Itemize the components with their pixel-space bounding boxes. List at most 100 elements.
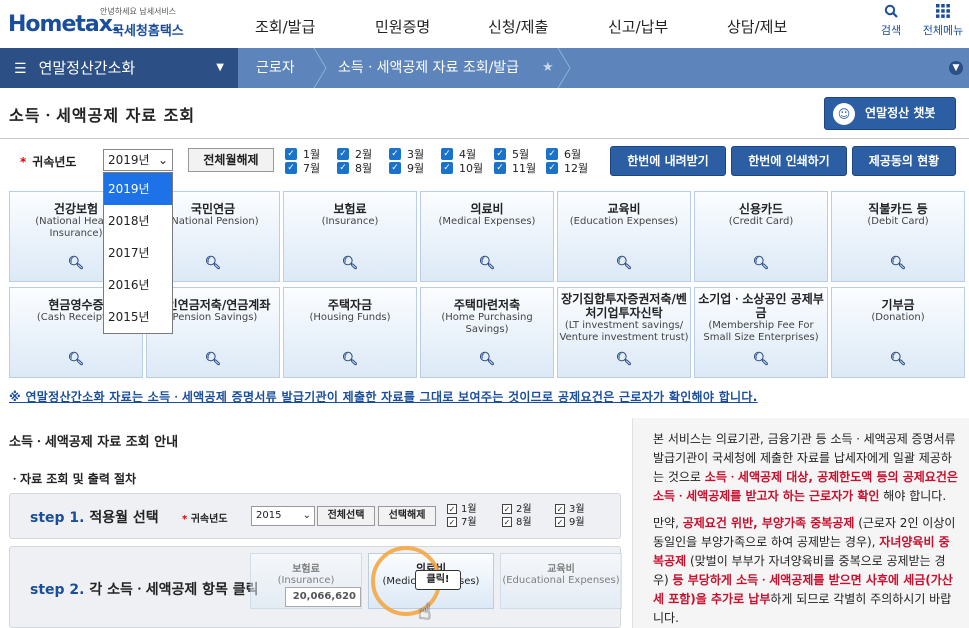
hometax-logo[interactable]: 안녕하세요 납세서비스 Hometax. 국세청홈택스 [8, 6, 198, 42]
tile-subtitle: (LT investment savings/ Venture investme… [559, 320, 689, 343]
tile-home-savings[interactable]: 주택마련저축 (Home Purchasing Savings) 🔍︎ [420, 287, 554, 378]
collapse-icon[interactable]: ▼ [949, 61, 963, 75]
step2-tile-education: 교육비 (Educational Expenses) [500, 553, 622, 609]
year-option-2016[interactable]: 2016년 [104, 269, 172, 301]
tile-education[interactable]: 교육비 (Education Expenses) 🔍︎ [557, 191, 691, 282]
magnifier-icon: 🔍︎ [478, 256, 496, 271]
year-option-2018[interactable]: 2018년 [104, 205, 172, 237]
gnb-certificate[interactable]: 민원증명 [375, 16, 430, 37]
favorite-star-icon[interactable]: ★ [542, 48, 554, 88]
tile-debit-card[interactable]: 직불카드 등 (Debit Card) 🔍︎ [831, 191, 965, 282]
breadcrumb-current[interactable]: 소득ㆍ세액공제 자료 조회/발급 [338, 48, 519, 88]
year-option-2017[interactable]: 2017년 [104, 237, 172, 269]
tile-subtitle: (Housing Funds) [309, 312, 391, 323]
gnb-filing[interactable]: 신고/납부 [608, 16, 668, 37]
breadcrumb-worker[interactable]: 근로자 [256, 48, 295, 88]
hamburger-icon: ☰ [14, 61, 27, 77]
month-checkbox-3[interactable]: ✓ 3월 [389, 148, 424, 162]
chevron-down-icon: ⌄ [157, 153, 168, 167]
tile-small-business[interactable]: 소기업ㆍ소상공인 공제부금 (Membership Fee For Small … [694, 287, 828, 378]
tile-title: 의료비 [470, 202, 504, 216]
step2-label: step 2. 각 소득ㆍ세액공제 항목 클릭 [30, 579, 259, 599]
step1-year-value: 2015 [256, 510, 282, 521]
magnifier-icon: 🔍︎ [204, 352, 222, 367]
month-checkbox-11[interactable]: ✓ 11월 [494, 162, 536, 176]
tile-medical[interactable]: 의료비 (Medical Expenses) 🔍︎ [420, 191, 554, 282]
tile-title: 보험료 [333, 202, 367, 216]
clear-all-months-button[interactable]: 전체월해제 [188, 148, 274, 172]
checkbox-checked-icon: ✓ [285, 162, 297, 174]
year-option-2015[interactable]: 2015년 [104, 301, 172, 333]
logo-wordmark: Hometax. [8, 12, 120, 37]
chatbot-button[interactable]: ☺ 연말정산 챗봇 [824, 97, 956, 130]
tile-credit-card[interactable]: 신용카드 (Credit Card) 🔍︎ [694, 191, 828, 282]
pointer-hand-icon: ☝ [418, 600, 432, 625]
search-icon [876, 4, 906, 22]
info-panel: 본 서비스는 의료기관, 금융기관 등 소득ㆍ세액공제 증명서류 발급기관이 국… [632, 418, 969, 628]
month-label: 3월 [569, 504, 585, 515]
step1-month-8: ✓ 8월 [502, 517, 532, 529]
tile-lt-investment[interactable]: 장기집합투자증권저축/벤처기업투자신탁 (LT investment savin… [557, 287, 691, 378]
tile-donation[interactable]: 기부금 (Donation) 🔍︎ [831, 287, 965, 378]
checkbox-checked-icon: ✓ [546, 162, 558, 174]
checkbox-checked-icon: ✓ [555, 517, 565, 527]
breadcrumb-end-icon [557, 48, 571, 88]
checkbox-checked-icon: ✓ [285, 148, 297, 160]
month-checkbox-7[interactable]: ✓ 7월 [285, 162, 320, 176]
step1-month-2: ✓ 2월 [502, 504, 532, 516]
year-option-2019[interactable]: 2019년 [104, 173, 172, 205]
procedure-title: ㆍ자료 조회 및 출력 절차 [9, 472, 137, 486]
info-paragraph-1: 본 서비스는 의료기관, 금융기관 등 소득ㆍ세액공제 증명서류 발급기관이 국… [653, 430, 959, 506]
month-label: 6월 [564, 148, 582, 161]
checkbox-checked-icon: ✓ [441, 162, 453, 174]
tile-subtitle: (Debit Card) [867, 216, 929, 227]
step1-text: 적용월 선택 [89, 510, 159, 526]
step1-select-all: 전체선택 [317, 506, 375, 526]
magnifier-icon: 🔍︎ [752, 352, 770, 367]
search-button[interactable]: 검색 [876, 4, 906, 38]
step2-number: step 2. [30, 582, 85, 598]
magnifier-icon: 🔍︎ [67, 352, 85, 367]
month-checkbox-9[interactable]: ✓ 9월 [389, 162, 424, 176]
tile-insurance[interactable]: 보험료 (Insurance) 🔍︎ [283, 191, 417, 282]
tile-housing-funds[interactable]: 주택자금 (Housing Funds) 🔍︎ [283, 287, 417, 378]
notice-link[interactable]: ※ 연말정산간소화 자료는 소득ㆍ세액공제 증명서류 발급기관이 제출한 자료를… [9, 388, 758, 405]
gnb-inquiry[interactable]: 조회/발급 [255, 16, 315, 37]
month-label: 8월 [355, 162, 373, 175]
download-all-button[interactable]: 한번에 내려받기 [610, 146, 726, 176]
month-label: 12월 [564, 162, 589, 175]
click-tooltip: 클릭! [415, 570, 461, 590]
month-checkbox-12[interactable]: ✓ 12월 [546, 162, 588, 176]
month-checkbox-6[interactable]: ✓ 6월 [546, 148, 581, 162]
month-checkbox-10[interactable]: ✓ 10월 [441, 162, 483, 176]
magnifier-icon: 🔍︎ [615, 352, 633, 367]
month-label: 4월 [459, 148, 477, 161]
all-menu-label: 전체메뉴 [922, 24, 964, 37]
step1-year-select: 2015 ⌄ [251, 506, 315, 526]
month-checkbox-8[interactable]: ✓ 8월 [337, 162, 372, 176]
year-select[interactable]: 2019년 ⌄ [103, 149, 173, 171]
gnb-consult[interactable]: 상담/제보 [727, 16, 787, 37]
month-checkbox-1[interactable]: ✓ 1월 [285, 148, 320, 162]
month-checkbox-5[interactable]: ✓ 5월 [494, 148, 529, 162]
checkbox-checked-icon: ✓ [494, 148, 506, 160]
tile-title: 교육비 [547, 564, 575, 575]
location-bar: ☰ 연말정산간소화 ▼ 근로자 소득ㆍ세액공제 자료 조회/발급 ★ ▼ [0, 48, 969, 88]
all-menu-button[interactable]: 전체메뉴 [918, 4, 968, 38]
print-all-button[interactable]: 한번에 인쇄하기 [731, 146, 847, 176]
tile-subtitle: (Insurance) [321, 216, 379, 227]
checkbox-checked-icon: ✓ [447, 504, 457, 514]
month-checkbox-4[interactable]: ✓ 4월 [441, 148, 476, 162]
month-checkbox-2[interactable]: ✓ 2월 [337, 148, 372, 162]
step2-amount: 20,066,620 [285, 587, 361, 607]
consent-status-button[interactable]: 제공동의 현황 [852, 146, 956, 176]
checkbox-checked-icon: ✓ [337, 148, 349, 160]
magnifier-icon: 🔍︎ [889, 352, 907, 367]
menu-dropdown[interactable]: ☰ 연말정산간소화 ▼ [0, 48, 238, 88]
tile-title: 장기집합투자증권저축/벤처기업투자신탁 [561, 292, 687, 320]
gnb-application[interactable]: 신청/제출 [488, 16, 548, 37]
breadcrumb-separator-icon [313, 48, 327, 88]
tile-subtitle: (Insurance) [277, 575, 335, 586]
checkbox-checked-icon: ✓ [502, 517, 512, 527]
tile-subtitle: (Donation) [871, 312, 925, 323]
